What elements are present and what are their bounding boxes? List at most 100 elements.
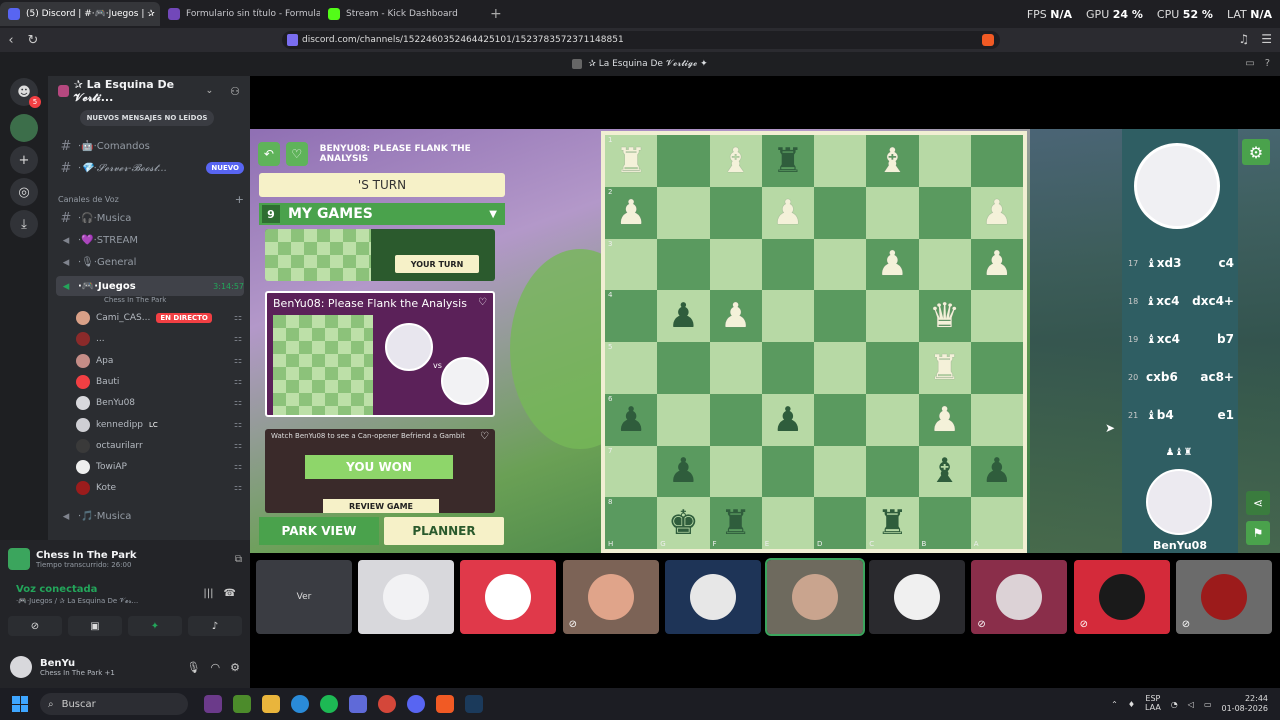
black-rook-icon[interactable]: ♜ bbox=[877, 506, 907, 540]
voice-category[interactable]: Canales de Voz + bbox=[58, 192, 244, 206]
board-square[interactable]: 5 bbox=[605, 342, 658, 394]
black-move[interactable]: dxc4+ bbox=[1192, 294, 1234, 308]
avatar[interactable] bbox=[1146, 469, 1212, 535]
move-row[interactable]: 18 ♝xc4 dxc4+ bbox=[1128, 291, 1234, 311]
board-square[interactable] bbox=[814, 445, 867, 498]
black-rook-icon[interactable]: ♜ bbox=[720, 506, 750, 540]
board-square[interactable] bbox=[761, 290, 814, 342]
channel-comandos[interactable]: # ⋅🤖⋅Comandos bbox=[56, 136, 244, 156]
white-move[interactable]: cxb6 bbox=[1146, 370, 1194, 384]
black-move[interactable]: e1 bbox=[1218, 408, 1235, 422]
battery-icon[interactable]: ▭ bbox=[1204, 700, 1212, 709]
channel-server-boost[interactable]: # ⋅💎⋅𝓢𝓮𝓻𝓿𝓮𝓻-𝓑𝓸𝓸𝓼𝓽... NUEVO bbox=[56, 158, 244, 178]
board-square[interactable] bbox=[918, 238, 971, 291]
discord-home-icon[interactable]: ☻ 5 bbox=[10, 78, 41, 108]
media-icon[interactable]: ♫ bbox=[1238, 32, 1249, 46]
my-games-header[interactable]: 9 MY GAMES ▼ bbox=[259, 203, 505, 225]
board-square[interactable] bbox=[970, 290, 1023, 342]
game-card-3[interactable]: Watch BenYu08 to see a Can-opener Befrie… bbox=[265, 429, 495, 513]
spotify-icon[interactable] bbox=[320, 695, 338, 713]
board-square[interactable] bbox=[970, 393, 1023, 446]
share-icon[interactable]: ⋖ bbox=[1246, 491, 1270, 515]
participant-tile[interactable] bbox=[460, 560, 557, 634]
white-pawn-icon[interactable]: ♟ bbox=[720, 299, 750, 333]
soundboard-button[interactable]: ♪ bbox=[188, 616, 242, 636]
brave-icon[interactable] bbox=[436, 695, 454, 713]
black-move[interactable]: ac8+ bbox=[1200, 370, 1234, 384]
tab-kick[interactable]: Stream - Kick Dashboard bbox=[320, 2, 480, 26]
url-field[interactable]: discord.com/channels/1522460352464425101… bbox=[282, 31, 1000, 49]
white-pawn-icon[interactable]: ♟ bbox=[982, 247, 1012, 281]
settings-gear-icon[interactable]: ⚙ bbox=[1242, 139, 1270, 165]
board-square[interactable]: 4 bbox=[605, 290, 658, 342]
volume-icon[interactable]: ◁ bbox=[1188, 700, 1194, 709]
invite-icon[interactable]: ⚇ bbox=[230, 85, 240, 98]
tab-forms[interactable]: Formulario sin título - Formularios de bbox=[160, 2, 320, 26]
voice-member[interactable]: Apa ⚏ bbox=[76, 351, 242, 371]
board-square[interactable] bbox=[709, 393, 762, 446]
black-pawn-icon[interactable]: ♟ bbox=[668, 454, 698, 488]
edge-icon[interactable] bbox=[291, 695, 309, 713]
white-bishop-icon[interactable]: ♝ bbox=[877, 144, 907, 178]
board-square[interactable] bbox=[866, 342, 919, 394]
board-square[interactable]: ♟ bbox=[709, 290, 762, 342]
participant-tile[interactable] bbox=[664, 560, 761, 634]
board-square[interactable] bbox=[970, 342, 1023, 394]
white-pawn-icon[interactable]: ♟ bbox=[929, 403, 959, 437]
board-square[interactable]: ♜ bbox=[761, 135, 814, 187]
black-pawn-icon[interactable]: ♟ bbox=[616, 403, 646, 437]
board-square[interactable] bbox=[657, 186, 710, 239]
site-info-icon[interactable] bbox=[287, 34, 298, 46]
board-square[interactable] bbox=[814, 186, 867, 239]
board-square[interactable] bbox=[866, 186, 919, 239]
avatar[interactable] bbox=[1134, 143, 1220, 229]
inbox-icon[interactable]: ▭ bbox=[1245, 58, 1254, 69]
board-square[interactable]: ♟ bbox=[970, 238, 1023, 291]
minecraft-icon[interactable] bbox=[233, 695, 251, 713]
park-view-button[interactable]: PARK VIEW bbox=[259, 517, 379, 545]
file-explorer-icon[interactable] bbox=[262, 695, 280, 713]
board-square[interactable] bbox=[814, 290, 867, 342]
board-square[interactable]: F ♜ bbox=[709, 497, 762, 549]
help-icon[interactable]: ? bbox=[1265, 58, 1270, 69]
disconnect-icon[interactable]: ☎ bbox=[224, 588, 236, 599]
black-king-icon[interactable]: ♚ bbox=[668, 506, 698, 540]
white-move[interactable]: ♝xc4 bbox=[1146, 294, 1193, 308]
white-rook-icon[interactable]: ♜ bbox=[616, 144, 646, 178]
white-pawn-icon[interactable]: ♟ bbox=[616, 196, 646, 230]
windows-start-icon[interactable] bbox=[12, 696, 28, 712]
planner-button[interactable]: PLANNER bbox=[384, 517, 504, 545]
board-square[interactable] bbox=[814, 342, 867, 394]
board-square[interactable]: ♜ bbox=[918, 342, 971, 394]
board-square[interactable]: ♟ bbox=[970, 445, 1023, 498]
language-indicator[interactable]: ESP LAA bbox=[1145, 694, 1161, 713]
board-square[interactable]: ♟ bbox=[918, 393, 971, 446]
heart-icon[interactable]: ♡ bbox=[480, 431, 489, 442]
board-square[interactable]: G ♚ bbox=[657, 497, 710, 549]
participant-tile[interactable]: ⊘ bbox=[1073, 560, 1170, 634]
mic-tray-icon[interactable]: ♦ bbox=[1128, 700, 1135, 709]
back-arrow-icon[interactable]: ↶ bbox=[258, 142, 280, 166]
board-square[interactable]: ♟ bbox=[866, 238, 919, 291]
discord-icon[interactable] bbox=[407, 695, 425, 713]
add-channel-icon[interactable]: + bbox=[235, 193, 244, 206]
board-square[interactable] bbox=[657, 238, 710, 291]
voice-channel-musica-2[interactable]: ◂ ⋅🎵⋅Musica bbox=[56, 506, 244, 526]
chevron-up-icon[interactable]: ⌃ bbox=[1111, 700, 1118, 709]
black-move[interactable]: b7 bbox=[1217, 332, 1234, 346]
back-icon[interactable]: ‹ bbox=[0, 33, 22, 48]
board-square[interactable]: ♟ bbox=[761, 186, 814, 239]
activity-card[interactable]: Chess In The Park Tiempo transcurrido: 2… bbox=[8, 546, 242, 572]
voice-member[interactable]: Kote ⚏ bbox=[76, 478, 242, 498]
chevron-down-icon[interactable]: ⌄ bbox=[206, 86, 214, 96]
avatar[interactable] bbox=[10, 656, 32, 678]
headphones-icon[interactable]: ◠ bbox=[211, 661, 221, 674]
review-game-button[interactable]: REVIEW GAME bbox=[323, 499, 439, 513]
brave-shield-icon[interactable] bbox=[982, 34, 994, 46]
microphone-icon[interactable]: 🎙 bbox=[187, 661, 201, 674]
board-square[interactable] bbox=[709, 445, 762, 498]
participant-tile[interactable]: ⊘ bbox=[1175, 560, 1272, 634]
voice-channel-juegos[interactable]: ◂ ⋅🎮⋅Juegos 3:14:57 bbox=[56, 276, 244, 296]
tab-discord[interactable]: (5) Discord | #⋅🎮⋅Juegos | ✰ ✕ bbox=[0, 2, 160, 26]
white-pawn-icon[interactable]: ♟ bbox=[773, 196, 803, 230]
